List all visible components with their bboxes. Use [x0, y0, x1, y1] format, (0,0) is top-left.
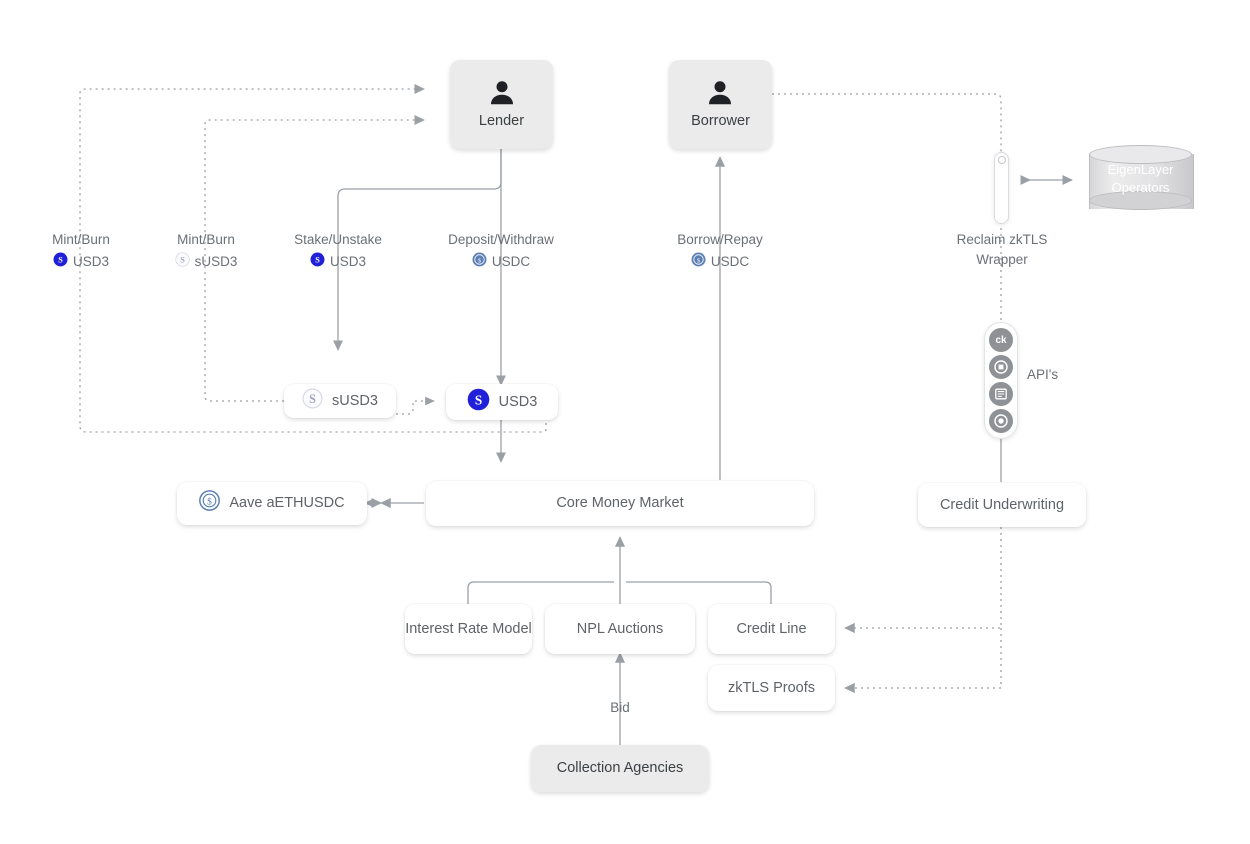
svg-text:S: S [180, 255, 185, 264]
flow-label-action: Stake/Unstake [294, 232, 382, 247]
box-interest-rate-model-label: Interest Rate Model [405, 620, 532, 637]
datastore-label-line2: Operators [1111, 179, 1170, 195]
flow-label-borrow-repay: Borrow/Repay $ USDC [655, 230, 785, 272]
api-badge-stack[interactable]: ck [984, 322, 1018, 439]
capsule-knob-icon [997, 156, 1006, 164]
flow-label-mint-burn-usd3: Mint/Burn S USD3 [20, 230, 142, 272]
box-credit-underwriting[interactable]: Credit Underwriting [918, 483, 1086, 527]
usd3-coin-icon: S [53, 252, 68, 273]
box-credit-line[interactable]: Credit Line [708, 604, 835, 654]
token-chip-label: USD3 [498, 393, 538, 410]
architecture-diagram: Lender Borrower Mint/Burn S USD3 Mint/Bu… [0, 0, 1250, 844]
actor-borrower[interactable]: Borrower [669, 60, 772, 149]
token-chip-usd3[interactable]: S USD3 [446, 384, 558, 420]
flow-label-action: Borrow/Repay [677, 232, 763, 247]
flow-label-token: USDC [491, 254, 531, 270]
flow-label-token: USD3 [329, 254, 366, 270]
flow-label-action: Deposit/Withdraw [448, 232, 554, 247]
box-credit-underwriting-label: Credit Underwriting [939, 496, 1065, 513]
edge-label-bid-text: Bid [610, 700, 630, 715]
actor-lender[interactable]: Lender [450, 60, 553, 149]
usdc-coin-icon: $ [199, 490, 221, 516]
flow-label-token: USD3 [72, 254, 109, 270]
box-aave[interactable]: $ Aave aETHUSDC [177, 482, 367, 525]
api-badge-ck-text: ck [995, 334, 1007, 346]
person-icon [487, 78, 517, 108]
box-zktls-proofs[interactable]: zkTLS Proofs [708, 665, 835, 711]
datastore-label: EigenLayer Operators [1089, 161, 1192, 196]
svg-text:S: S [315, 255, 320, 264]
record-icon[interactable] [989, 409, 1013, 433]
datastore-eigenlayer-operators[interactable]: EigenLayer Operators [1089, 145, 1194, 217]
flow-label-token: sUSD3 [194, 254, 238, 270]
datastore-label-line1: EigenLayer [1107, 162, 1174, 177]
grid-icon[interactable] [989, 382, 1013, 406]
box-zktls-proofs-label: zkTLS Proofs [727, 679, 816, 696]
box-core-money-market[interactable]: Core Money Market [426, 481, 814, 526]
box-credit-line-label: Credit Line [736, 620, 807, 637]
person-icon [705, 78, 735, 108]
token-chip-susd3[interactable]: S sUSD3 [284, 384, 396, 418]
edge-label-bid: Bid [585, 698, 655, 718]
svg-text:$: $ [208, 497, 213, 508]
flow-label-deposit-withdraw: Deposit/Withdraw $ USDC [433, 230, 569, 272]
box-collection-agencies-label: Collection Agencies [556, 760, 684, 777]
box-collection-agencies[interactable]: Collection Agencies [531, 745, 709, 792]
flow-label-action: Mint/Burn [52, 232, 110, 247]
wrapper-label-line1: Reclaim zkTLS [956, 232, 1048, 247]
box-core-money-market-label: Core Money Market [556, 495, 684, 512]
token-chip-label: sUSD3 [332, 392, 378, 409]
flow-label-mint-burn-susd3: Mint/Burn S sUSD3 [145, 230, 267, 272]
susd3-coin-icon: S [302, 388, 323, 414]
api-label: API's [1027, 367, 1059, 382]
target-icon[interactable] [989, 355, 1013, 379]
usdc-coin-icon: $ [472, 252, 487, 273]
box-aave-label: Aave aETHUSDC [229, 495, 345, 512]
reclaim-zktls-wrapper-label: Reclaim zkTLS Wrapper [938, 230, 1066, 269]
usd3-coin-icon: S [467, 388, 490, 416]
flow-label-action: Mint/Burn [177, 232, 235, 247]
box-interest-rate-model[interactable]: Interest Rate Model [405, 604, 532, 654]
flow-label-stake-unstake: Stake/Unstake S USD3 [277, 230, 399, 272]
api-badge-ck-icon[interactable]: ck [989, 328, 1013, 352]
box-npl-auctions-label: NPL Auctions [576, 620, 664, 637]
zktls-wrapper-capsule[interactable] [994, 152, 1009, 224]
box-npl-auctions[interactable]: NPL Auctions [545, 604, 695, 654]
flow-label-token: USDC [710, 254, 750, 270]
svg-text:S: S [58, 255, 63, 264]
susd3-coin-icon: S [174, 251, 190, 273]
actor-lender-label: Lender [478, 113, 525, 130]
usd3-coin-icon: S [310, 252, 325, 273]
svg-text:S: S [309, 392, 316, 406]
wrapper-label-line2: Wrapper [976, 251, 1028, 267]
usdc-coin-icon: $ [691, 252, 706, 273]
actor-borrower-label: Borrower [691, 113, 750, 130]
svg-text:S: S [474, 392, 481, 407]
